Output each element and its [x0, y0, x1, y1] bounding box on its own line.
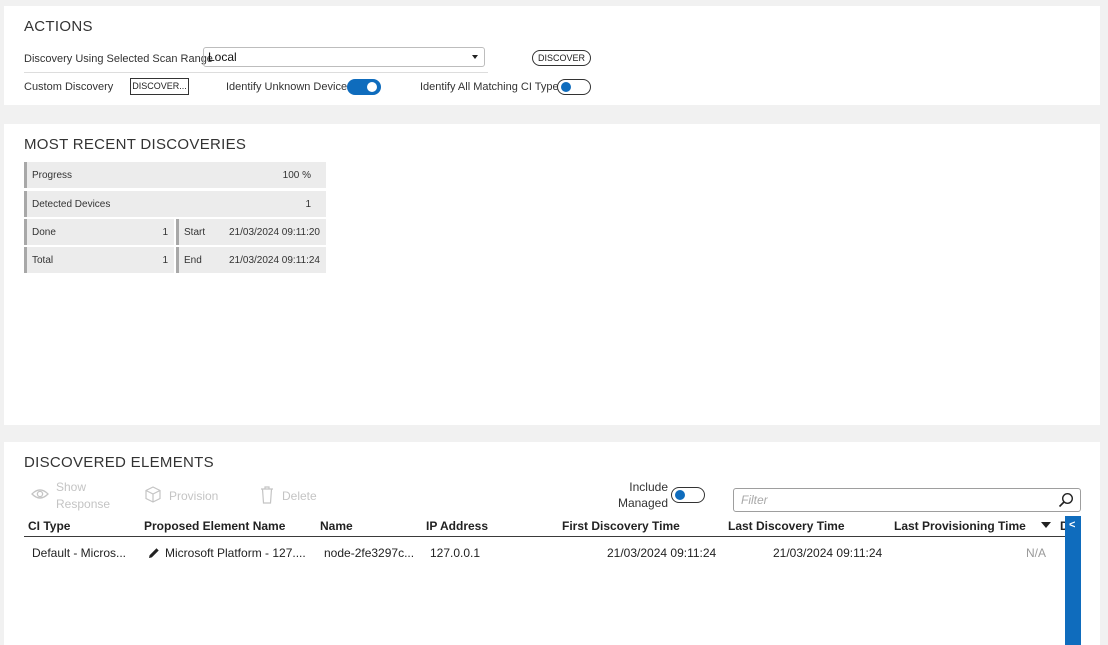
progress-value: 100 % [282, 170, 311, 181]
detected-label: Detected Devices [32, 199, 111, 210]
chevron-left-icon: < [1069, 519, 1076, 531]
side-panel-toggle[interactable]: < [1065, 516, 1081, 645]
recent-discoveries-panel: MOST RECENT DISCOVERIES Progress 100 % D… [4, 124, 1100, 425]
done-value: 1 [162, 227, 168, 238]
identify-unknown-toggle[interactable] [347, 79, 381, 95]
include-managed-toggle[interactable] [671, 487, 705, 503]
cell-last-time: 21/03/2024 09:11:24 [773, 546, 883, 560]
pencil-icon[interactable] [148, 547, 160, 559]
col-ip-address[interactable]: IP Address [426, 519, 488, 533]
discover-button[interactable]: DISCOVER [532, 50, 591, 66]
col-first-discovery[interactable]: First Discovery Time [562, 519, 680, 533]
discovered-elements-panel: DISCOVERED ELEMENTS Show Response Provis… [4, 442, 1100, 645]
start-value: 21/03/2024 09:11:20 [228, 227, 320, 238]
show-response-button[interactable]: Show Response [31, 480, 121, 514]
identify-unknown-label: Identify Unknown Devices [226, 81, 353, 93]
search-icon[interactable] [1058, 492, 1074, 508]
start-row: Start 21/03/2024 09:11:20 [176, 219, 326, 245]
actions-panel: ACTIONS Discovery Using Selected Scan Ra… [4, 6, 1100, 105]
include-managed-label-2: Managed [617, 496, 668, 510]
custom-discovery-label: Custom Discovery [24, 81, 114, 93]
col-name[interactable]: Name [320, 519, 353, 533]
end-value: 21/03/2024 09:11:24 [228, 255, 320, 266]
toggle-knob [367, 82, 377, 92]
cell-ip: 127.0.0.1 [430, 546, 481, 560]
trash-icon [261, 486, 273, 504]
end-label: End [184, 255, 202, 266]
box-icon [145, 486, 161, 503]
col-last-discovery[interactable]: Last Discovery Time [728, 519, 845, 533]
total-label: Total [32, 255, 54, 266]
filter-placeholder: Filter [741, 493, 768, 507]
eye-icon [31, 489, 49, 499]
col-proposed-name[interactable]: Proposed Element Name [144, 519, 285, 533]
include-managed-label: Include Managed [612, 480, 668, 510]
col-ci-type[interactable]: CI Type [28, 519, 70, 533]
end-row: End 21/03/2024 09:11:24 [176, 247, 326, 273]
show-response-label-2: Response [56, 497, 111, 511]
progress-row: Progress 100 % [24, 162, 326, 188]
custom-discover-button[interactable]: DISCOVER... [130, 78, 189, 95]
cell-proposed-name: Microsoft Platform - 127.... [165, 546, 306, 560]
sort-desc-icon[interactable] [1041, 522, 1051, 529]
identify-all-toggle[interactable] [557, 79, 591, 95]
identify-all-label: Identify All Matching CI Types [420, 81, 565, 93]
delete-button[interactable]: Delete [260, 486, 332, 506]
actions-title: ACTIONS [24, 18, 93, 35]
toggle-knob [561, 81, 571, 92]
total-value: 1 [162, 255, 168, 266]
done-label: Done [32, 227, 56, 238]
cell-name: node-2fe3297c... [324, 546, 415, 560]
filter-input[interactable]: Filter [733, 488, 1081, 512]
show-response-label-1: Show [56, 480, 87, 494]
col-last-provisioning[interactable]: Last Provisioning Time [894, 519, 1026, 533]
progress-label: Progress [32, 170, 73, 181]
toggle-knob [675, 489, 685, 500]
cell-first-time: 21/03/2024 09:11:24 [607, 546, 717, 560]
recent-title: MOST RECENT DISCOVERIES [24, 136, 247, 153]
total-row: Total 1 [24, 247, 174, 273]
provision-button[interactable]: Provision [145, 486, 230, 506]
detected-devices-row: Detected Devices 1 [24, 191, 326, 217]
delete-label: Delete [282, 489, 317, 503]
provision-label: Provision [169, 489, 219, 503]
actions-divider [24, 72, 488, 73]
include-managed-label-1: Include [629, 480, 668, 494]
header-divider [24, 536, 1070, 537]
done-row: Done 1 [24, 219, 174, 245]
cell-provisioning-time: N/A [1026, 546, 1047, 560]
start-label: Start [184, 227, 206, 238]
cell-ci-type: Default - Micros... [32, 546, 127, 560]
discovered-title: DISCOVERED ELEMENTS [24, 454, 214, 471]
scan-range-select[interactable]: Local [203, 47, 485, 67]
chevron-down-icon [472, 55, 478, 59]
scan-range-value: Local [208, 50, 237, 64]
detected-value: 1 [305, 199, 311, 210]
scan-range-label: Discovery Using Selected Scan Range [24, 53, 213, 65]
